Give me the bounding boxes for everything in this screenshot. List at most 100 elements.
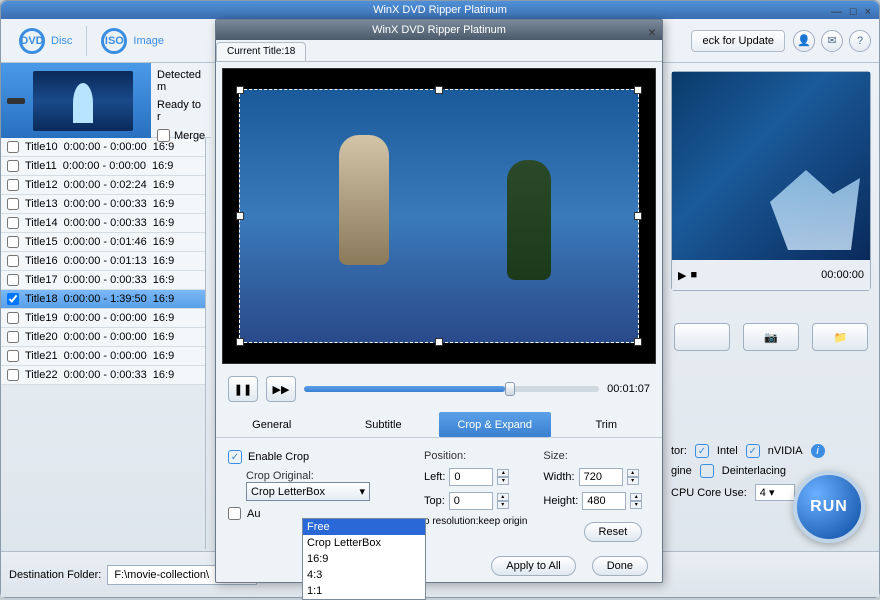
crop-handle-tr[interactable] (634, 86, 642, 94)
disc-button[interactable]: DVD Disc (9, 24, 82, 58)
check-update-button[interactable]: eck for Update (691, 30, 785, 52)
current-title-tab[interactable]: Current Title:18 (216, 42, 306, 61)
crop-handle-mr[interactable] (634, 212, 642, 220)
width-input[interactable] (579, 468, 623, 486)
dialog-titlebar[interactable]: WinX DVD Ripper Platinum × (216, 20, 662, 40)
info-icon[interactable]: i (811, 444, 825, 458)
title-checkbox[interactable] (7, 369, 19, 381)
collapse-icon[interactable] (7, 98, 25, 104)
dd-option-169[interactable]: 16:9 (303, 551, 425, 567)
dd-option-free[interactable]: Free (303, 519, 425, 535)
width-spinner[interactable]: ▴▾ (627, 469, 639, 485)
left-spinner[interactable]: ▴▾ (497, 469, 509, 485)
user-icon[interactable]: 👤 (793, 30, 815, 52)
folder-button[interactable]: 📁 (812, 323, 868, 351)
crop-original-label: Crop Original: (246, 470, 408, 482)
title-checkbox[interactable] (7, 236, 19, 248)
crop-frame[interactable] (239, 89, 639, 343)
left-input[interactable] (449, 468, 493, 486)
title-row[interactable]: Title200:00:00 - 0:00:0016:9 (1, 328, 205, 347)
fastforward-button[interactable]: ▶▶ (266, 376, 296, 402)
crop-handle-bm[interactable] (435, 338, 443, 346)
title-checkbox[interactable] (7, 160, 19, 172)
title-checkbox[interactable] (7, 312, 19, 324)
top-spinner[interactable]: ▴▾ (497, 493, 509, 509)
title-row[interactable]: Title130:00:00 - 0:00:3316:9 (1, 195, 205, 214)
selected-title-thumb[interactable] (1, 63, 151, 138)
title-row[interactable]: Title180:00:00 - 1:39:5016:9 (1, 290, 205, 309)
title-name: Title13 (25, 198, 58, 210)
main-titlebar: WinX DVD Ripper Platinum — □ × (1, 1, 879, 19)
pause-button[interactable]: ❚❚ (228, 376, 258, 402)
intel-checkbox[interactable] (695, 444, 709, 458)
seek-slider[interactable] (304, 386, 599, 392)
title-checkbox[interactable] (7, 217, 19, 229)
deinterlacing-checkbox[interactable] (700, 464, 714, 478)
title-checkbox[interactable] (7, 179, 19, 191)
tab-general[interactable]: General (216, 412, 328, 438)
seek-thumb[interactable] (505, 382, 515, 396)
dd-option-11[interactable]: 1:1 (303, 583, 425, 599)
crop-handle-tl[interactable] (236, 86, 244, 94)
image-button[interactable]: ISO Image (91, 24, 174, 58)
title-ar: 16:9 (153, 350, 174, 362)
top-input[interactable] (449, 492, 493, 510)
title-range: 0:00:00 - 0:00:00 (64, 350, 147, 362)
snapshot-button[interactable]: 📷 (743, 323, 799, 351)
run-button[interactable]: RUN (793, 471, 865, 543)
tab-trim[interactable]: Trim (551, 412, 663, 438)
enable-crop-checkbox[interactable]: Enable Crop (228, 450, 408, 464)
close-icon[interactable]: × (865, 3, 871, 21)
crop-handle-bl[interactable] (236, 338, 244, 346)
crop-handle-tm[interactable] (435, 86, 443, 94)
title-row[interactable]: Title220:00:00 - 0:00:3316:9 (1, 366, 205, 385)
prev-stop-icon[interactable]: ■ (690, 269, 697, 281)
disc-icon: DVD (19, 28, 45, 54)
title-checkbox[interactable] (7, 141, 19, 153)
crop-handle-ml[interactable] (236, 212, 244, 220)
height-input[interactable] (582, 492, 626, 510)
reset-button[interactable]: Reset (584, 522, 643, 542)
image-label: Image (133, 35, 164, 47)
title-checkbox[interactable] (7, 198, 19, 210)
crop-handle-br[interactable] (634, 338, 642, 346)
title-checkbox[interactable] (7, 293, 19, 305)
done-button[interactable]: Done (592, 556, 648, 576)
title-checkbox[interactable] (7, 274, 19, 286)
prev-play-icon[interactable]: ▶ (678, 269, 686, 282)
title-ar: 16:9 (153, 179, 174, 191)
maximize-icon[interactable]: □ (850, 3, 857, 21)
title-row[interactable]: Title160:00:00 - 0:01:1316:9 (1, 252, 205, 271)
title-row[interactable]: Title190:00:00 - 0:00:0016:9 (1, 309, 205, 328)
title-row[interactable]: Title140:00:00 - 0:00:3316:9 (1, 214, 205, 233)
title-checkbox[interactable] (7, 331, 19, 343)
tab-subtitle[interactable]: Subtitle (328, 412, 440, 438)
crop-original-select[interactable]: Crop LetterBox▾ (246, 482, 370, 501)
title-row[interactable]: Title210:00:00 - 0:00:0016:9 (1, 347, 205, 366)
video-preview[interactable] (222, 68, 656, 364)
nvidia-checkbox[interactable] (746, 444, 760, 458)
title-list[interactable]: Title100:00:00 - 0:00:0016:9Title110:00:… (1, 138, 205, 549)
title-row[interactable]: Title110:00:00 - 0:00:0016:9 (1, 157, 205, 176)
iso-icon: ISO (101, 28, 127, 54)
tab-crop-expand[interactable]: Crop & Expand (439, 412, 551, 438)
apply-to-all-button[interactable]: Apply to All (491, 556, 575, 576)
title-checkbox[interactable] (7, 350, 19, 362)
edit-button[interactable] (674, 323, 730, 351)
height-spinner[interactable]: ▴▾ (630, 493, 642, 509)
dd-option-letterbox[interactable]: Crop LetterBox (303, 535, 425, 551)
dialog-close-icon[interactable]: × (648, 22, 656, 42)
size-label: Size: (543, 450, 642, 462)
mail-icon[interactable]: ✉ (821, 30, 843, 52)
title-name: Title12 (25, 179, 58, 191)
dd-option-43[interactable]: 4:3 (303, 567, 425, 583)
title-checkbox[interactable] (7, 255, 19, 267)
minimize-icon[interactable]: — (831, 3, 842, 21)
title-row[interactable]: Title150:00:00 - 0:01:4616:9 (1, 233, 205, 252)
title-row[interactable]: Title120:00:00 - 0:02:2416:9 (1, 176, 205, 195)
title-ar: 16:9 (153, 274, 174, 286)
help-icon[interactable]: ? (849, 30, 871, 52)
cpu-core-select[interactable]: 4 ▾ (755, 484, 795, 501)
title-row[interactable]: Title170:00:00 - 0:00:3316:9 (1, 271, 205, 290)
title-range: 0:00:00 - 0:00:00 (64, 331, 147, 343)
